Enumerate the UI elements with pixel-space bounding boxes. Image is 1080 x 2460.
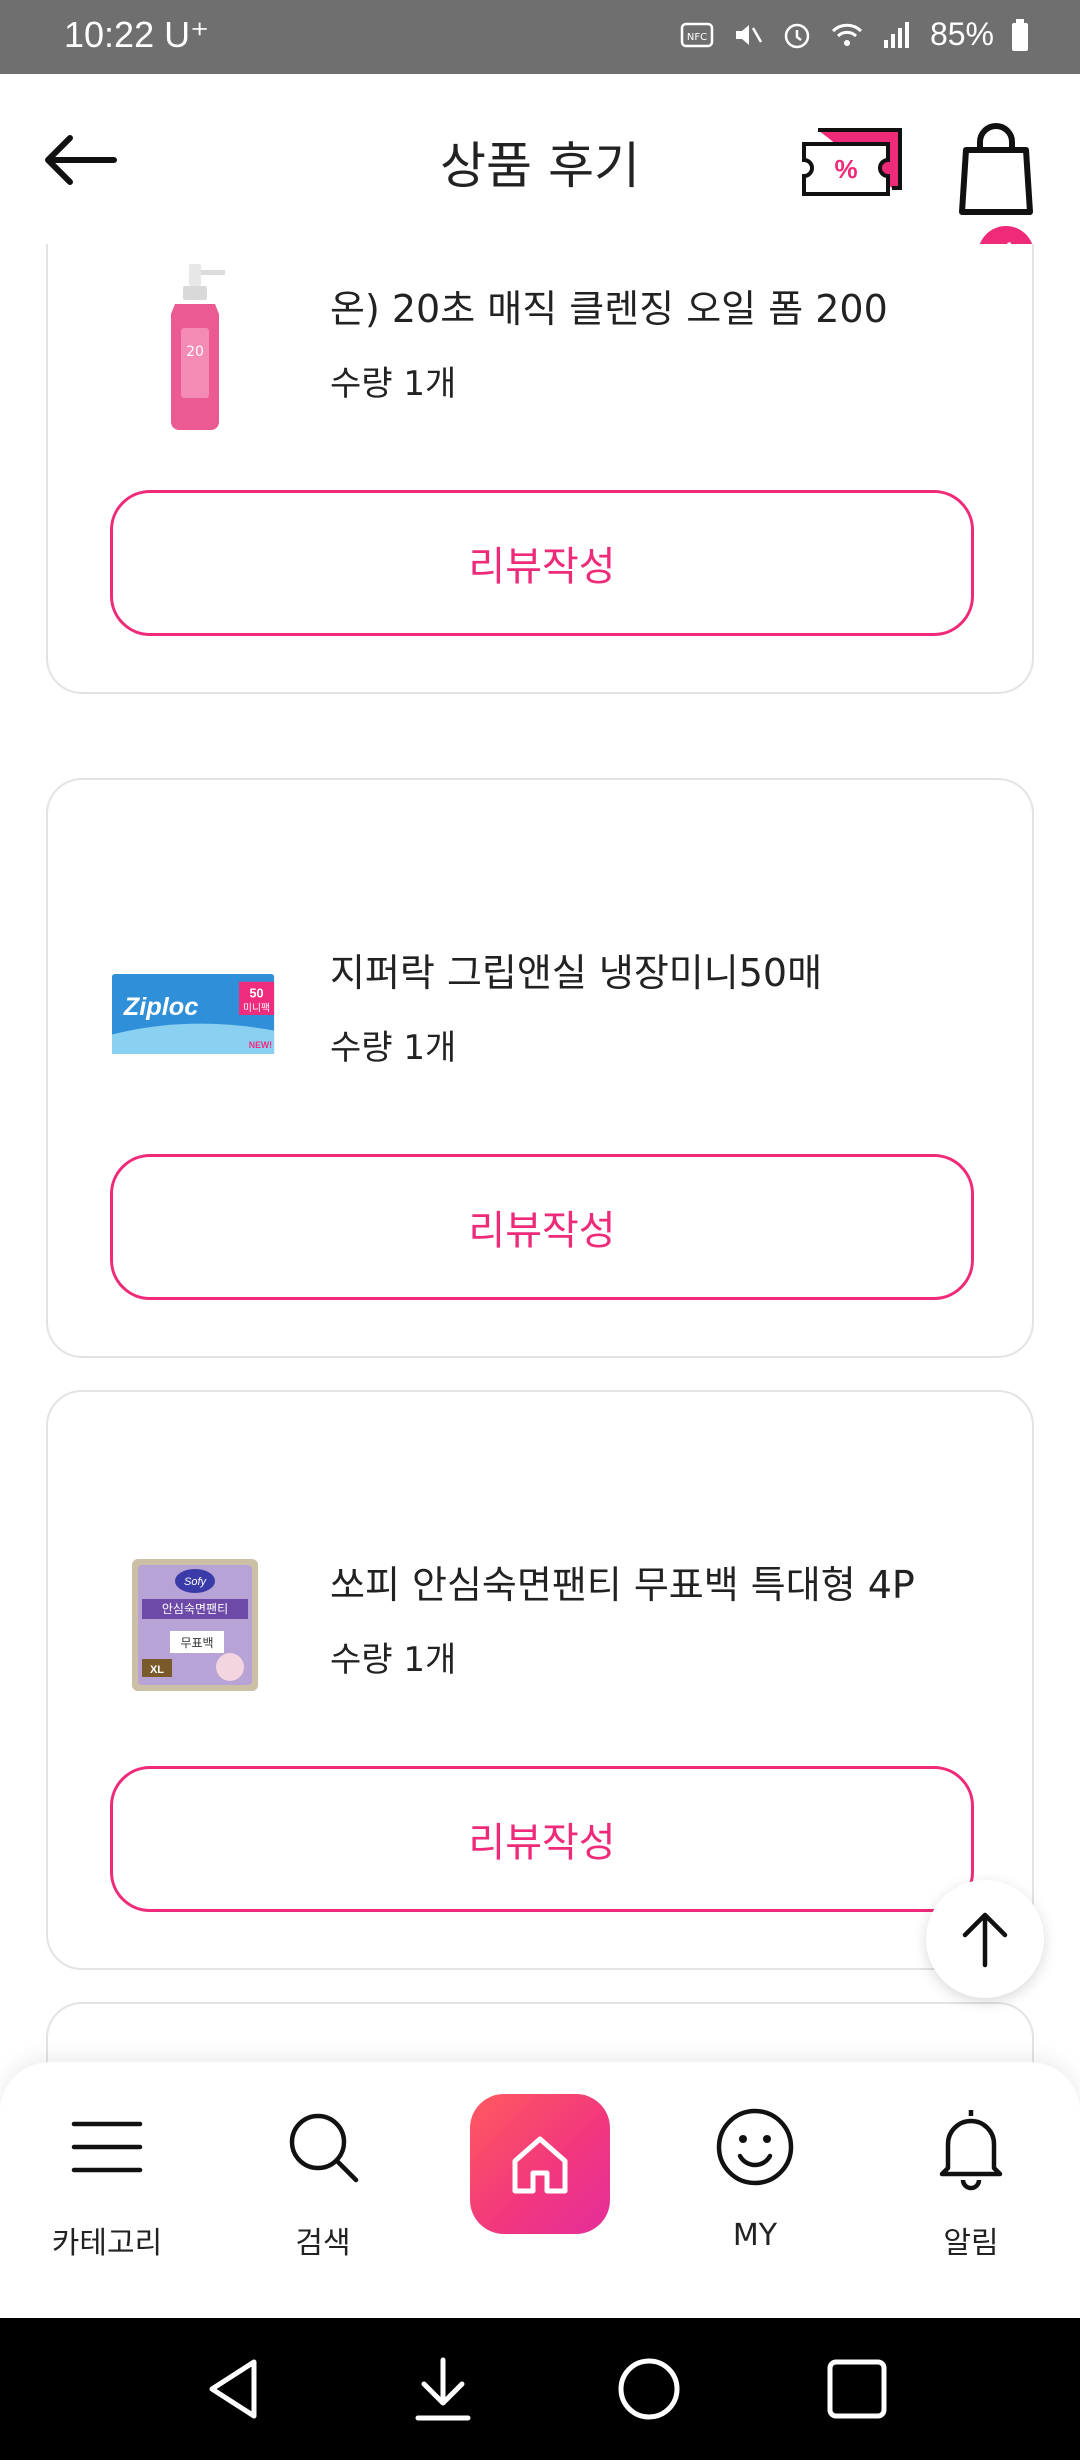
svg-text:XL: XL	[150, 1664, 164, 1676]
nav-category[interactable]: 카테고리	[32, 2102, 182, 2302]
product-card: 20 온) 20초 매직 클렌징 오일 폼 200 수량 1개 리뷰작성	[46, 244, 1034, 694]
product-quantity: 수량 1개	[330, 364, 457, 404]
nav-home-button[interactable]	[470, 2094, 610, 2234]
status-time: 10:22 U⁺	[64, 14, 210, 55]
nav-my-label: MY	[732, 2218, 778, 2253]
cleansing-oil-bottle-icon: 20	[171, 264, 225, 430]
ziploc-box-image: Ziploc 50 미니팩 NEW!	[112, 973, 275, 1055]
download-arrow-icon[interactable]	[406, 2352, 480, 2426]
arrow-up-icon	[962, 1912, 1008, 1968]
home-circle-icon[interactable]	[612, 2352, 686, 2426]
product-card: Sofy 안심숙면팬티 무표백 XL 쏘피 안심숙면팬티 무표백 특대형 4P …	[46, 1390, 1034, 1970]
system-nav-bar	[0, 2318, 1080, 2460]
product-thumbnail: 20	[112, 264, 278, 434]
svg-text:20: 20	[186, 344, 204, 360]
battery-icon	[1012, 18, 1028, 51]
scroll-to-top-button[interactable]	[926, 1880, 1044, 1998]
status-bar: 10:22 U⁺ NFC 85%	[0, 0, 1080, 74]
app-header: 상품 후기 % 4	[0, 74, 1080, 282]
bottom-nav: 카테고리 검색 MY 알림	[0, 2062, 1080, 2318]
battery-percent: 85%	[929, 16, 994, 52]
product-card	[46, 2002, 1034, 2064]
status-icons: NFC 85%	[680, 16, 1030, 53]
home-icon	[512, 2136, 568, 2194]
product-name: 지퍼락 그립앤실 냉장미니50매	[330, 951, 823, 995]
svg-text:NFC: NFC	[687, 32, 707, 43]
review-list[interactable]: 20 온) 20초 매직 클렌징 오일 폼 200 수량 1개 리뷰작성 Zip…	[0, 244, 1080, 2064]
recents-square-icon[interactable]	[820, 2352, 894, 2426]
svg-text:무표백: 무표백	[180, 1636, 213, 1650]
nav-alarm[interactable]: 알림	[896, 2102, 1046, 2302]
page-title: 상품 후기	[440, 137, 640, 195]
sofy-pack-image: Sofy 안심숙면팬티 무표백 XL	[132, 1559, 258, 1691]
svg-text:안심숙면팬티: 안심숙면팬티	[162, 1602, 228, 1616]
svg-text:50: 50	[249, 986, 263, 1000]
product-thumbnail: Ziploc 50 미니팩 NEW!	[112, 928, 278, 1098]
nav-category-label: 카테고리	[51, 2226, 163, 2261]
search-icon	[289, 2113, 359, 2183]
write-review-button[interactable]: 리뷰작성	[110, 490, 974, 636]
mute-icon	[735, 24, 763, 45]
nav-search-label: 검색	[295, 2226, 351, 2261]
product-quantity: 수량 1개	[330, 1640, 457, 1680]
nav-my[interactable]: MY	[680, 2102, 830, 2302]
nav-search[interactable]: 검색	[248, 2102, 398, 2302]
shopping-bag-icon[interactable]	[954, 120, 1054, 220]
nav-alarm-label: 알림	[943, 2226, 999, 2261]
svg-text:Sofy: Sofy	[184, 1576, 208, 1588]
write-review-button[interactable]: 리뷰작성	[110, 1154, 974, 1300]
nfc-icon: NFC	[680, 22, 714, 47]
svg-text:NEW!: NEW!	[249, 1040, 272, 1050]
coupon-icon[interactable]: %	[800, 126, 904, 202]
alarm-icon	[784, 23, 810, 48]
product-quantity: 수량 1개	[330, 1028, 457, 1068]
back-triangle-icon[interactable]	[198, 2352, 272, 2426]
svg-text:%: %	[834, 154, 857, 184]
product-name: 쏘피 안심숙면팬티 무표백 특대형 4P	[330, 1563, 915, 1607]
product-thumbnail: Sofy 안심숙면팬티 무표백 XL	[112, 1540, 278, 1710]
svg-text:미니팩: 미니팩	[243, 1002, 270, 1014]
wifi-icon	[831, 23, 863, 46]
product-name: 온) 20초 매직 클렌징 오일 폼 200	[330, 287, 888, 331]
svg-text:Ziploc: Ziploc	[123, 993, 199, 1021]
menu-icon	[71, 2121, 143, 2173]
bell-icon	[939, 2110, 1003, 2191]
smiley-face-icon	[716, 2108, 794, 2186]
signal-icon	[883, 21, 909, 48]
product-card: Ziploc 50 미니팩 NEW! 지퍼락 그립앤실 냉장미니50매 수량 1…	[46, 778, 1034, 1358]
write-review-button[interactable]: 리뷰작성	[110, 1766, 974, 1912]
